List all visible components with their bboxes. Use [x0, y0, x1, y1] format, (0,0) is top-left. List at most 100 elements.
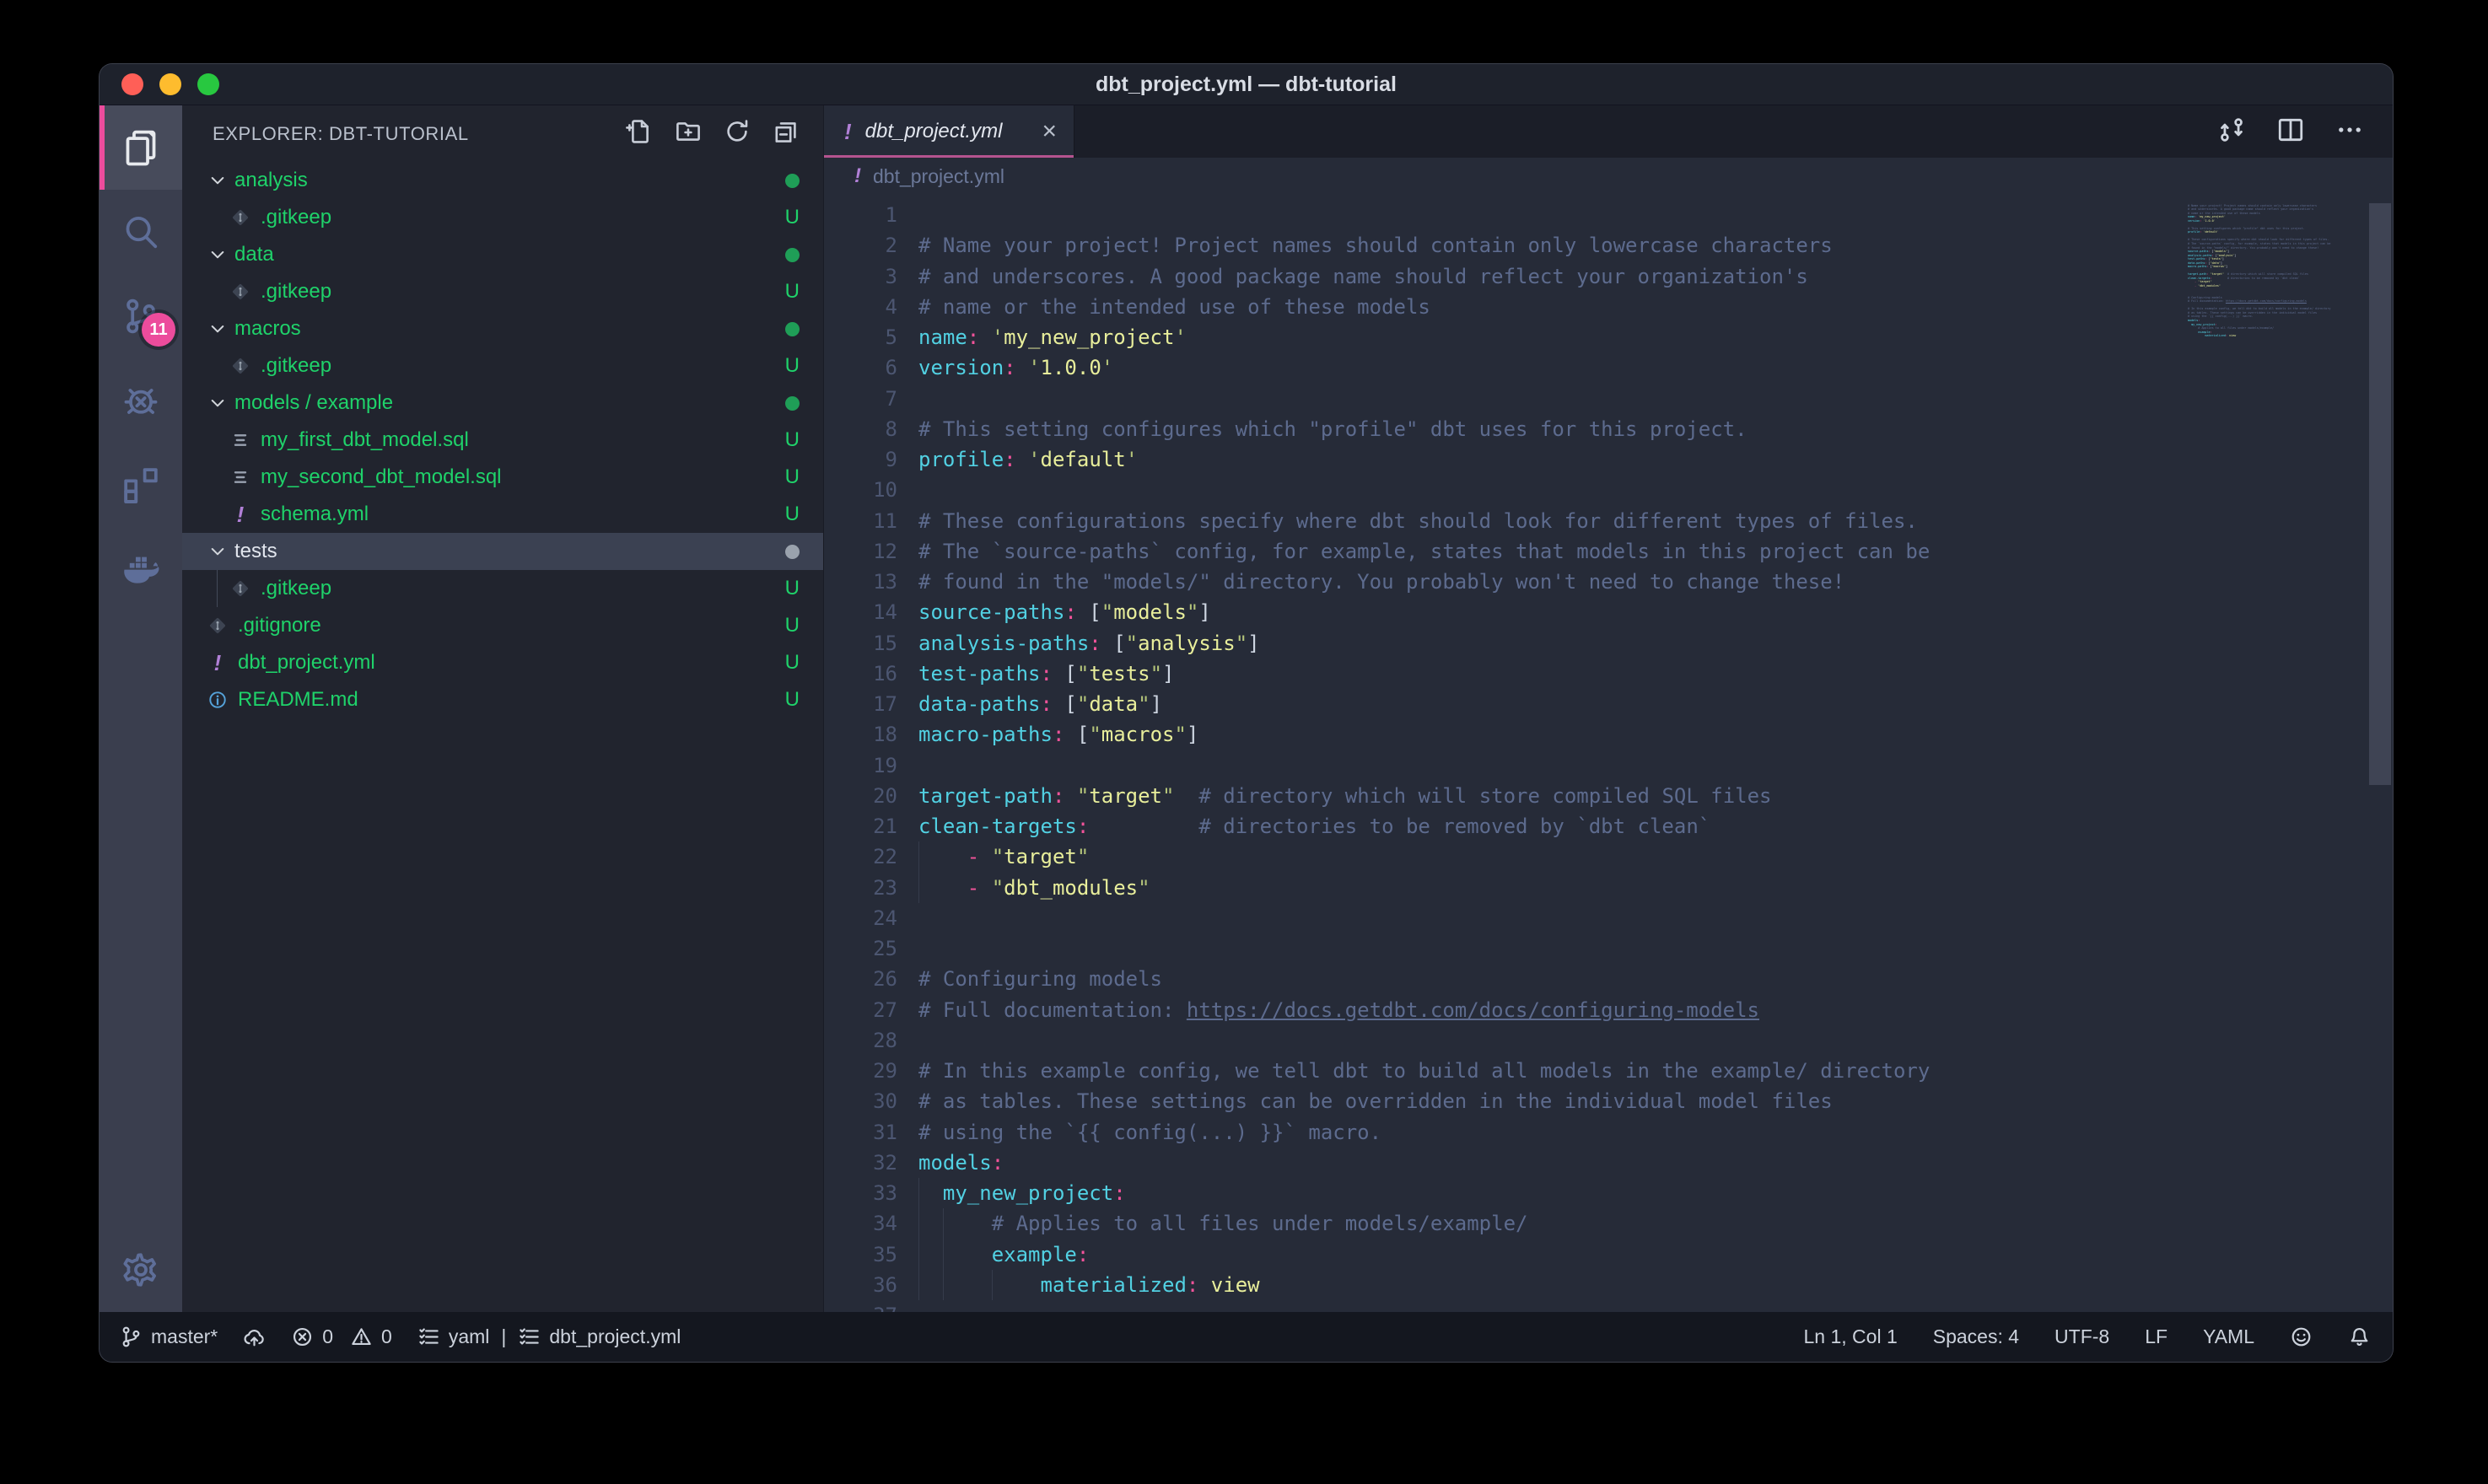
- code-line[interactable]: 35 example:: [824, 1239, 2188, 1270]
- code-line[interactable]: 3# and underscores. A good package name …: [824, 261, 2188, 292]
- line-content: # and underscores. A good package name s…: [897, 261, 2188, 292]
- tree-item-macros[interactable]: macros: [182, 310, 823, 347]
- notifications-bell-icon[interactable]: [2348, 1325, 2371, 1348]
- code-line[interactable]: 1: [824, 200, 2188, 230]
- chevron-down-icon: [207, 170, 228, 191]
- tree-item-dbt-project-yml[interactable]: !dbt_project.ymlU: [182, 644, 823, 681]
- split-editor-icon[interactable]: [2276, 116, 2305, 148]
- code-line[interactable]: 17data-paths: ["data"]: [824, 689, 2188, 719]
- code-line[interactable]: 14source-paths: ["models"]: [824, 597, 2188, 627]
- activity-item-explorer[interactable]: [100, 105, 182, 190]
- code-line[interactable]: 32models:: [824, 1148, 2188, 1178]
- code-line[interactable]: 37: [824, 1300, 2188, 1312]
- sync-changes-button[interactable]: [243, 1325, 266, 1348]
- open-changes-icon[interactable]: [2217, 116, 2246, 148]
- indentation-indicator[interactable]: Spaces: 4: [1933, 1325, 2019, 1348]
- tree-item-label: schema.yml: [261, 503, 785, 526]
- code-line[interactable]: 23 - "dbt_modules": [824, 873, 2188, 903]
- tree-item-my-first-dbt-model-sql[interactable]: my_first_dbt_model.sqlU: [182, 422, 823, 459]
- editor-scrollbar: [2367, 195, 2393, 1312]
- collapse-all-icon[interactable]: [773, 118, 800, 149]
- activity-item-source-control[interactable]: 11: [100, 274, 182, 358]
- code-line[interactable]: 30# as tables. These settings can be ove…: [824, 1086, 2188, 1116]
- eol-indicator[interactable]: LF: [2145, 1325, 2168, 1348]
- code-line[interactable]: 26# Configuring models: [824, 964, 2188, 994]
- code-line[interactable]: 29# In this example config, we tell dbt …: [824, 1056, 2188, 1086]
- minimize-window-button[interactable]: [159, 73, 181, 95]
- cursor-position[interactable]: Ln 1, Col 1: [1804, 1325, 1898, 1348]
- breadcrumb[interactable]: ! dbt_project.yml: [824, 158, 2393, 195]
- activity-bar: 11: [100, 105, 182, 1312]
- code-line[interactable]: 24: [824, 903, 2188, 933]
- code-line[interactable]: 2# Name your project! Project names shou…: [824, 230, 2188, 261]
- activity-item-search[interactable]: [100, 190, 182, 274]
- code-line[interactable]: 36 materialized: view: [824, 1270, 2188, 1300]
- close-window-button[interactable]: [121, 73, 143, 95]
- new-file-icon[interactable]: [626, 118, 653, 149]
- line-content: profile: 'default': [897, 444, 2188, 475]
- line-number: 37: [824, 1300, 897, 1312]
- problems-indicator[interactable]: 0 0: [291, 1325, 392, 1348]
- code-line[interactable]: 13# found in the "models/" directory. Yo…: [824, 567, 2188, 597]
- tree-item-my-second-dbt-model-sql[interactable]: my_second_dbt_model.sqlU: [182, 459, 823, 496]
- code-line[interactable]: 6version: '1.0.0': [824, 352, 2188, 383]
- code-line[interactable]: 5name: 'my_new_project': [824, 322, 2188, 352]
- minimap[interactable]: # Name your project! Project names shoul…: [2188, 195, 2367, 1312]
- code-line[interactable]: 10: [824, 475, 2188, 505]
- code-line[interactable]: 8# This setting configures which "profil…: [824, 414, 2188, 444]
- zoom-window-button[interactable]: [197, 73, 219, 95]
- refresh-icon[interactable]: [724, 118, 751, 149]
- editor-group: ! dbt_project.yml × !: [823, 105, 2393, 1312]
- code-line[interactable]: 12# The `source-paths` config, for examp…: [824, 536, 2188, 567]
- code-line[interactable]: 16test-paths: ["tests"]: [824, 659, 2188, 689]
- code-line[interactable]: 27# Full documentation: https://docs.get…: [824, 995, 2188, 1025]
- activity-item-debug[interactable]: [100, 358, 182, 443]
- activity-item-extensions[interactable]: [100, 443, 182, 527]
- code-line[interactable]: 21clean-targets: # directories to be rem…: [824, 811, 2188, 841]
- code-editor[interactable]: 12# Name your project! Project names sho…: [824, 195, 2393, 1312]
- code-line[interactable]: 22 - "target": [824, 841, 2188, 872]
- code-line[interactable]: 9profile: 'default': [824, 444, 2188, 475]
- new-folder-icon[interactable]: [675, 118, 702, 149]
- code-line[interactable]: 15analysis-paths: ["analysis"]: [824, 628, 2188, 659]
- code-line[interactable]: 34 # Applies to all files under models/e…: [824, 1208, 2188, 1239]
- code-line[interactable]: 28: [824, 1025, 2188, 1056]
- line-content: analysis-paths: ["analysis"]: [897, 628, 2188, 659]
- tree-item-schema-yml[interactable]: !schema.ymlU: [182, 496, 823, 533]
- tree-item-models-example[interactable]: models / example: [182, 384, 823, 422]
- git-branch-indicator[interactable]: master*: [120, 1325, 218, 1348]
- scrollbar-thumb[interactable]: [2369, 203, 2391, 785]
- tree-item-readme-md[interactable]: README.mdU: [182, 681, 823, 718]
- tree-item-analysis[interactable]: analysis: [182, 162, 823, 199]
- code-line[interactable]: 19: [824, 750, 2188, 781]
- line-content: materialized: view: [897, 1270, 2188, 1300]
- code-line[interactable]: 18macro-paths: ["macros"]: [824, 719, 2188, 750]
- more-actions-icon[interactable]: [2335, 116, 2364, 148]
- code-line[interactable]: 4# name or the intended use of these mod…: [824, 292, 2188, 322]
- code-line[interactable]: 25: [824, 933, 2188, 964]
- tree-item--gitkeep[interactable]: .gitkeepU: [182, 347, 823, 384]
- language-mode[interactable]: YAML: [2203, 1325, 2254, 1348]
- feedback-smiley-icon[interactable]: [2290, 1325, 2313, 1348]
- code-line[interactable]: 20target-path: "target" # directory whic…: [824, 781, 2188, 811]
- tree-item--gitkeep[interactable]: .gitkeepU: [182, 570, 823, 607]
- tree-item-label: .gitkeep: [261, 577, 785, 600]
- tree-item--gitkeep[interactable]: .gitkeepU: [182, 273, 823, 310]
- publish-cloud-icon: [243, 1325, 266, 1348]
- tree-item--gitkeep[interactable]: .gitkeepU: [182, 199, 823, 236]
- code-line[interactable]: 31# using the `{{ config(...) }}` macro.: [824, 1117, 2188, 1148]
- dbt-lang-indicator[interactable]: yaml | dbt_project.yml: [417, 1325, 681, 1348]
- activity-item-docker[interactable]: [100, 527, 182, 611]
- tab-close-icon[interactable]: ×: [1040, 119, 1058, 144]
- line-content: - "target": [897, 841, 2188, 872]
- code-line[interactable]: 33 my_new_project:: [824, 1178, 2188, 1208]
- tab-dbt-project-yml[interactable]: ! dbt_project.yml ×: [824, 105, 1074, 158]
- line-content: # as tables. These settings can be overr…: [897, 1086, 2188, 1116]
- encoding-indicator[interactable]: UTF-8: [2054, 1325, 2109, 1348]
- code-line[interactable]: 7: [824, 384, 2188, 414]
- code-line[interactable]: 11# These configurations specify where d…: [824, 506, 2188, 536]
- tree-item-data[interactable]: data: [182, 236, 823, 273]
- tree-item--gitignore[interactable]: .gitignoreU: [182, 607, 823, 644]
- tree-item-tests[interactable]: tests: [182, 533, 823, 570]
- activity-item-settings[interactable]: [100, 1228, 182, 1312]
